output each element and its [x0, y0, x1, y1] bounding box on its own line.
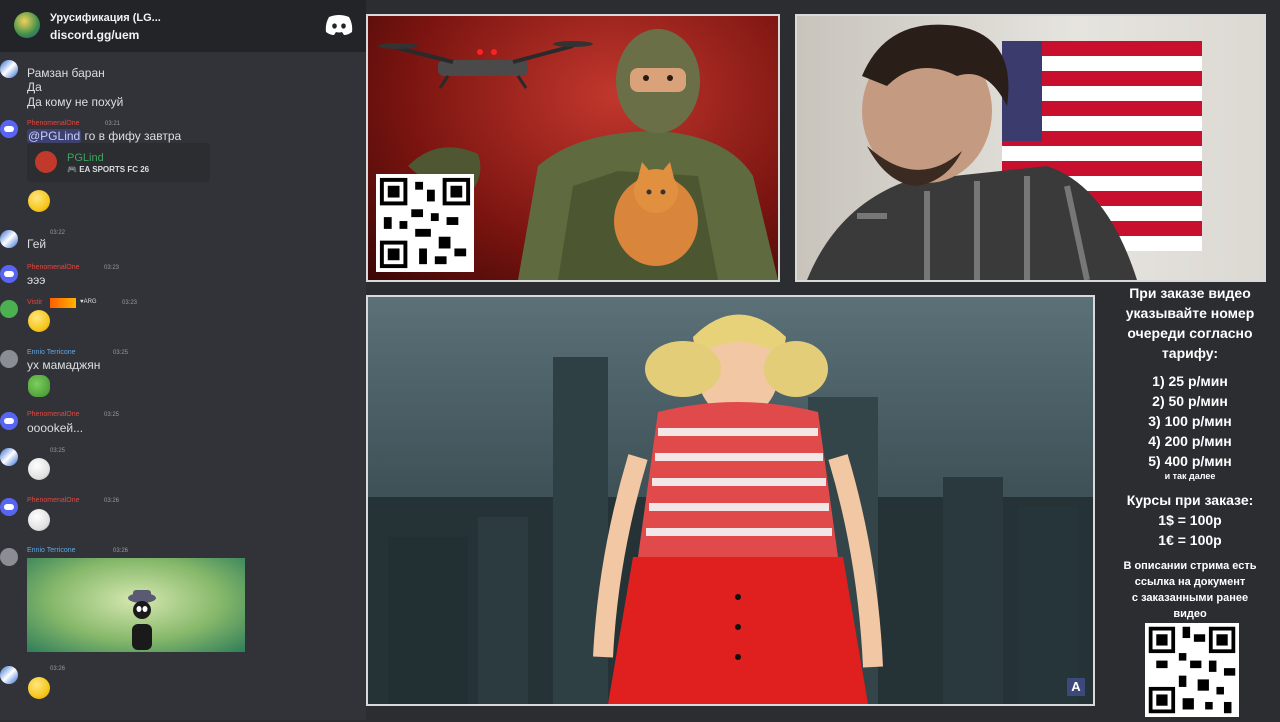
message-text: Гей	[27, 237, 47, 251]
avatar[interactable]	[0, 230, 18, 248]
avatar[interactable]	[0, 350, 18, 368]
message-text: ух мамаджян	[27, 358, 101, 372]
avatar[interactable]	[0, 448, 18, 466]
qr-code-icon[interactable]	[376, 174, 474, 272]
username[interactable]: PhenomenalOne	[27, 411, 80, 418]
message-body: го в фифу завтра	[81, 129, 182, 143]
server-invite-link[interactable]: discord.gg/uem	[50, 28, 139, 42]
timestamp: 03:25	[113, 350, 129, 356]
video-feed	[368, 314, 1093, 704]
channel-watermark-icon: A	[1067, 678, 1085, 696]
timestamp: 03:21	[105, 121, 121, 127]
rate-line: 1€ = 100р	[1158, 532, 1222, 548]
pricing-info: При заказе видео указывайте номер очеред…	[1100, 283, 1280, 720]
embed-avatar	[35, 151, 57, 173]
note-line: видео	[1173, 608, 1207, 620]
price-tier: 5) 400 р/мин	[1148, 453, 1232, 469]
server-icon[interactable]	[14, 12, 40, 38]
username[interactable]: PhenomenalOne	[27, 264, 80, 271]
emoji-reaction	[28, 509, 50, 531]
emoji-reaction	[28, 458, 50, 480]
timestamp: 03:26	[50, 666, 66, 672]
discord-chat-panel: Урусификация (LG... discord.gg/uem Рамза…	[0, 0, 366, 720]
rate-line: 1$ = 100р	[1158, 512, 1222, 528]
note-line: с заказанными ранее	[1131, 592, 1249, 604]
timestamp: 03:23	[104, 265, 120, 271]
username[interactable]: Ennio Terricone	[27, 349, 76, 356]
user-mention[interactable]: @PGLind	[27, 129, 82, 143]
rates-title: Курсы при заказе:	[1126, 492, 1254, 508]
avatar[interactable]	[0, 120, 18, 138]
username[interactable]: PhenomenalOne	[27, 120, 80, 127]
pricing-intro-line: При заказе видео	[1129, 285, 1251, 301]
role-badge: ♥ARG	[80, 299, 97, 305]
price-etc: и так далее	[1164, 471, 1216, 481]
chat-header: Урусификация (LG... discord.gg/uem	[0, 0, 366, 52]
embed-username: PGLind	[67, 152, 104, 164]
message-text: Рамзан баран	[27, 66, 105, 80]
message-text: Да кому не похуй	[27, 95, 124, 109]
discord-logo-icon	[325, 15, 353, 35]
drone-icon	[378, 41, 593, 89]
note-line: ссылка на документ	[1134, 576, 1246, 588]
message-text: эээ	[27, 273, 46, 287]
soldier-art-panel	[366, 14, 780, 282]
controller-icon: 🎮	[67, 165, 80, 174]
price-tier: 1) 25 р/мин	[1152, 373, 1228, 389]
emoji-reaction	[28, 310, 50, 332]
price-tier: 4) 200 р/мин	[1148, 433, 1232, 449]
qr-code-icon[interactable]	[1145, 623, 1239, 717]
pricing-intro-line: очереди согласно	[1127, 325, 1253, 341]
timestamp: 03:26	[104, 498, 120, 504]
timestamp: 03:22	[50, 230, 66, 236]
timestamp: 03:26	[113, 548, 129, 554]
pepe-emoji	[28, 375, 50, 397]
qr-pattern	[1145, 623, 1239, 717]
price-tier: 3) 100 р/мин	[1148, 413, 1232, 429]
timestamp: 03:23	[122, 300, 138, 306]
webcam-feed	[807, 24, 1202, 280]
avatar[interactable]	[0, 300, 18, 318]
role-banner	[50, 298, 76, 308]
message-text: ооookей...	[27, 421, 84, 435]
note-line: В описании стрима есть	[1123, 560, 1257, 572]
embed-game: 🎮 EA SPORTS FC 26	[67, 165, 150, 174]
server-name: Урусификация (LG...	[50, 12, 161, 24]
gif-attachment[interactable]	[27, 558, 245, 652]
duck-cartoon-image	[128, 590, 156, 650]
pricing-intro-line: тарифу:	[1161, 345, 1219, 361]
avatar[interactable]	[0, 265, 18, 283]
avatar[interactable]	[0, 666, 18, 684]
timestamp: 03:25	[104, 412, 120, 418]
timestamp: 03:25	[50, 448, 66, 454]
avatar[interactable]	[0, 412, 18, 430]
emoji-reaction	[28, 190, 50, 212]
avatar[interactable]	[0, 548, 18, 566]
avatar[interactable]	[0, 60, 18, 78]
main-video-panel: A	[366, 295, 1095, 706]
pricing-intro-line: указывайте номер	[1125, 305, 1255, 321]
activity-embed[interactable]: PGLind 🎮 EA SPORTS FC 26	[27, 143, 210, 182]
webcam-panel	[795, 14, 1266, 282]
username[interactable]: Vistir	[27, 299, 42, 306]
price-tier: 2) 50 р/мин	[1152, 393, 1228, 409]
avatar[interactable]	[0, 498, 18, 516]
message-text: Да	[27, 80, 42, 94]
qr-pattern	[376, 174, 474, 272]
username[interactable]: Ennio Terricone	[27, 547, 76, 554]
message-text: @PGLind го в фифу завтра	[27, 129, 181, 143]
username[interactable]: PhenomenalOne	[27, 497, 80, 504]
emoji-reaction	[28, 677, 50, 699]
